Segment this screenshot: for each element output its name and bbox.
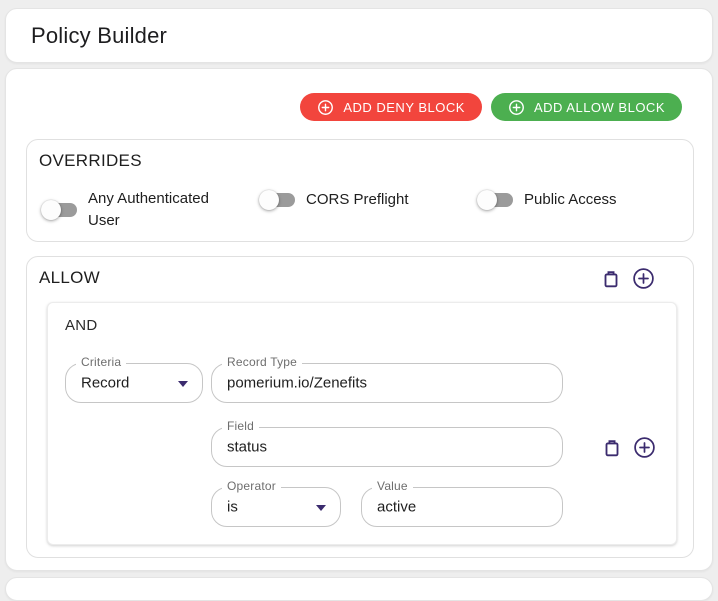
chevron-down-icon [178,381,188,387]
and-criteria-group: AND Criteria Record Record Type pomerium… [47,302,677,545]
delete-criteria-button[interactable] [601,437,623,459]
plus-circle-icon [317,99,334,116]
next-card-peek [5,577,713,601]
allow-section: ALLOW AND Criteria Record Reco [26,256,694,558]
operator-select-value: is [227,499,238,516]
toggle-thumb [259,190,279,210]
value-input[interactable]: Value active [361,487,563,527]
add-deny-button[interactable]: ADD DENY BLOCK [300,93,482,121]
plus-circle-icon [508,99,525,116]
overrides-section: OVERRIDES Any Authenticated User CORS Pr… [26,139,694,242]
record-type-input-value: pomerium.io/Zenefits [227,375,367,392]
trash-icon [601,447,623,462]
toggle-label: CORS Preflight [306,189,409,211]
value-input-label: Value [372,479,413,493]
operator-select[interactable]: Operator is [211,487,341,527]
criteria-row-actions [601,436,656,459]
delete-allow-block-button[interactable] [600,268,622,290]
page-title: Policy Builder [31,9,167,62]
criteria-select[interactable]: Criteria Record [65,363,203,403]
add-deny-button-label: ADD DENY BLOCK [343,100,465,115]
plus-circle-icon [633,447,656,462]
toggle-group-public-access: Public Access [477,188,617,212]
group-operator-label: AND [65,317,98,334]
policy-builder-header-card: Policy Builder [5,8,713,63]
any-authenticated-user-toggle[interactable] [41,198,78,222]
add-allow-button[interactable]: ADD ALLOW BLOCK [491,93,682,121]
field-input-label: Field [222,419,259,433]
criteria-select-label: Criteria [76,355,126,369]
toggle-label: Any Authenticated User [88,188,236,232]
trash-icon [600,278,622,293]
toolbar: ADD DENY BLOCK ADD ALLOW BLOCK [300,93,682,121]
policy-builder-content-card: ADD DENY BLOCK ADD ALLOW BLOCK OVERRIDES… [5,68,713,571]
add-criteria-group-button[interactable] [632,267,655,290]
toggle-thumb [41,200,61,220]
plus-circle-icon [632,278,655,293]
toggle-group-any-authenticated-user: Any Authenticated User [41,188,236,232]
criteria-select-value: Record [81,375,129,392]
toggle-label: Public Access [524,189,617,211]
allow-section-actions [600,267,655,290]
value-input-value: active [377,499,416,516]
overrides-section-title: OVERRIDES [39,151,142,171]
cors-preflight-toggle[interactable] [259,188,296,212]
field-input-value: status [227,439,267,456]
operator-select-label: Operator [222,479,281,493]
toggle-thumb [477,190,497,210]
record-type-input[interactable]: Record Type pomerium.io/Zenefits [211,363,563,403]
toggle-group-cors-preflight: CORS Preflight [259,188,409,212]
add-criteria-button[interactable] [633,436,656,459]
add-allow-button-label: ADD ALLOW BLOCK [534,100,665,115]
field-input[interactable]: Field status [211,427,563,467]
record-type-input-label: Record Type [222,355,302,369]
chevron-down-icon [316,505,326,511]
public-access-toggle[interactable] [477,188,514,212]
allow-section-title: ALLOW [39,268,100,288]
